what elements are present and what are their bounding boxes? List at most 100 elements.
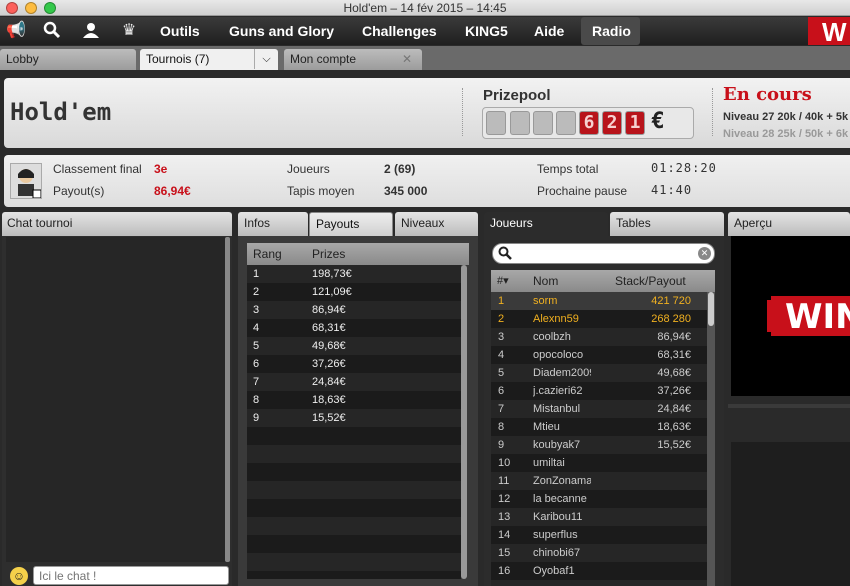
divider bbox=[728, 404, 850, 408]
player-stack: 18,63€ bbox=[657, 421, 691, 433]
tapis-label: Tapis moyen bbox=[287, 184, 355, 198]
payout-prize: 86,94€ bbox=[312, 304, 346, 316]
menu-king5[interactable]: KING5 bbox=[465, 17, 508, 45]
player-stack: 15,52€ bbox=[657, 439, 691, 451]
player-rank: 6 bbox=[498, 385, 505, 397]
payout-prize: 198,73€ bbox=[312, 268, 352, 280]
player-search-field[interactable]: ✕ bbox=[492, 243, 715, 264]
menu-challenges[interactable]: Challenges bbox=[362, 17, 437, 45]
table-row[interactable]: 12 la becanne bbox=[491, 490, 707, 508]
menu-outils[interactable]: Outils bbox=[160, 17, 200, 45]
table-row: 5 49,68€ bbox=[247, 337, 461, 355]
col-stack-payout[interactable]: Stack/Payout bbox=[615, 270, 686, 292]
table-row[interactable]: 4 opocoloco 68,31€ bbox=[491, 346, 707, 364]
close-tab-icon[interactable]: ✕ bbox=[402, 49, 412, 69]
classement-label: Classement final bbox=[53, 162, 142, 176]
table-row: 4 68,31€ bbox=[247, 319, 461, 337]
payout-rank: 9 bbox=[253, 412, 260, 424]
payout-prize: 121,09€ bbox=[312, 286, 352, 298]
level-next: Niveau 28 25k / 50k + 6k bbox=[723, 128, 849, 140]
table-row[interactable]: 15 chinobi67 bbox=[491, 544, 707, 562]
zoom-window-button[interactable] bbox=[44, 2, 56, 14]
tab-niveaux[interactable]: Niveaux bbox=[395, 212, 478, 236]
payout-rank: 8 bbox=[253, 394, 260, 406]
user-icon[interactable] bbox=[79, 21, 103, 41]
players-header: #▾ Nom Stack/Payout bbox=[491, 270, 715, 292]
payout-rank: 4 bbox=[253, 322, 260, 334]
player-name: coolbzh bbox=[533, 331, 571, 343]
tab-bar: Lobby Tournois (7) ⌵ Mon compte ✕ bbox=[0, 46, 850, 70]
players-scrollbar-track[interactable] bbox=[707, 292, 715, 586]
menu-guns-and-glory[interactable]: Guns and Glory bbox=[229, 17, 334, 45]
table-row[interactable]: 6 j.cazieri62 37,26€ bbox=[491, 382, 707, 400]
prizepool-digit-empty bbox=[556, 111, 576, 135]
table-row[interactable]: 8 Mtieu 18,63€ bbox=[491, 418, 707, 436]
table-row: 3 86,94€ bbox=[247, 301, 461, 319]
menu-radio[interactable]: Radio bbox=[581, 17, 640, 45]
table-row[interactable]: 3 coolbzh 86,94€ bbox=[491, 328, 707, 346]
tab-infos[interactable]: Infos bbox=[238, 212, 308, 236]
players-scrollbar-thumb[interactable] bbox=[708, 292, 714, 326]
payout-value: 86,94€ bbox=[154, 184, 191, 198]
chat-input[interactable] bbox=[33, 566, 229, 585]
col-nom[interactable]: Nom bbox=[533, 270, 558, 292]
table-row: 9 15,52€ bbox=[247, 409, 461, 427]
table-row[interactable]: 13 Karibou11 bbox=[491, 508, 707, 526]
player-name: Mistanbul bbox=[533, 403, 581, 415]
close-window-button[interactable] bbox=[6, 2, 18, 14]
table-row[interactable]: 11 ZonZonama bbox=[491, 472, 707, 490]
page-title: Hold'em bbox=[10, 98, 112, 126]
player-rank: 16 bbox=[498, 565, 511, 577]
tab-tables[interactable]: Tables bbox=[610, 212, 724, 236]
player-name: umiltai bbox=[533, 457, 565, 469]
apercu-brand-stripe bbox=[767, 300, 775, 332]
prizepool-digit: 1 bbox=[625, 111, 645, 135]
table-row[interactable]: 2 Alexnn59 268 280 bbox=[491, 310, 707, 328]
payouts-panel: Rang Prizes 1 198,73€ 2 121,09€ 3 86,94€ 4 68,3… bbox=[238, 236, 478, 586]
chat-scrollbar[interactable] bbox=[225, 237, 230, 562]
window-titlebar: Hold'em – 14 fév 2015 – 14:45 bbox=[0, 0, 850, 16]
table-row[interactable]: 5 Diadem2009 49,68€ bbox=[491, 364, 707, 382]
tab-joueurs[interactable]: Joueurs bbox=[484, 212, 608, 236]
payout-rank: 2 bbox=[253, 286, 260, 298]
clear-search-icon[interactable]: ✕ bbox=[698, 247, 711, 260]
chevron-down-icon[interactable]: ⌵ bbox=[254, 49, 278, 69]
chat-messages bbox=[6, 237, 226, 562]
prizepool-digit-empty bbox=[510, 111, 530, 135]
search-icon[interactable] bbox=[40, 21, 64, 41]
player-name: Mtieu bbox=[533, 421, 560, 433]
table-row[interactable]: 10 umiltai bbox=[491, 454, 707, 472]
tab-lobby[interactable]: Lobby bbox=[0, 49, 136, 70]
table-row[interactable]: 7 Mistanbul 24,84€ bbox=[491, 400, 707, 418]
prizepool-digit: 6 bbox=[579, 111, 599, 135]
apercu-preview[interactable]: WINA bbox=[731, 236, 850, 396]
payout-rank: 6 bbox=[253, 358, 260, 370]
tab-tournois[interactable]: Tournois (7) ⌵ bbox=[140, 49, 278, 70]
payout-prize: 24,84€ bbox=[312, 376, 346, 388]
player-rank: 11 bbox=[498, 475, 510, 487]
payouts-table: 1 198,73€ 2 121,09€ 3 86,94€ 4 68,31€ 5 49,68€ 6 37… bbox=[247, 265, 461, 579]
emoji-icon[interactable]: ☺ bbox=[10, 567, 28, 585]
prizepool-digit-empty bbox=[533, 111, 553, 135]
players-panel: ✕ #▾ Nom Stack/Payout 1 sorm 421 720 2 Alexn… bbox=[484, 236, 724, 586]
search-icon bbox=[498, 246, 512, 263]
player-rank: 4 bbox=[498, 349, 505, 361]
menu-aide[interactable]: Aide bbox=[534, 17, 564, 45]
table-row[interactable]: 14 superflus bbox=[491, 526, 707, 544]
player-stack: 421 720 bbox=[651, 295, 691, 307]
players-table: 1 sorm 421 720 2 Alexnn59 268 280 3 coolbzh 86,9… bbox=[491, 292, 707, 586]
megaphone-icon[interactable]: 📢 bbox=[4, 21, 28, 41]
table-row[interactable]: 16 Oyobaf1 bbox=[491, 562, 707, 580]
table-row[interactable]: 9 koubyak7 15,52€ bbox=[491, 436, 707, 454]
payout-label: Payout(s) bbox=[53, 184, 105, 198]
payouts-scrollbar[interactable] bbox=[461, 265, 467, 579]
classement-value: 3e bbox=[154, 162, 168, 176]
table-row[interactable]: 1 sorm 421 720 bbox=[491, 292, 707, 310]
brand-logo: W bbox=[808, 17, 850, 45]
crown-icon[interactable]: ♛ bbox=[117, 21, 141, 41]
tab-payouts[interactable]: Payouts bbox=[309, 212, 393, 236]
player-stack: 68,31€ bbox=[657, 349, 691, 361]
col-number[interactable]: #▾ bbox=[497, 270, 509, 292]
minimize-window-button[interactable] bbox=[25, 2, 37, 14]
tab-mon-compte[interactable]: Mon compte ✕ bbox=[284, 49, 422, 70]
